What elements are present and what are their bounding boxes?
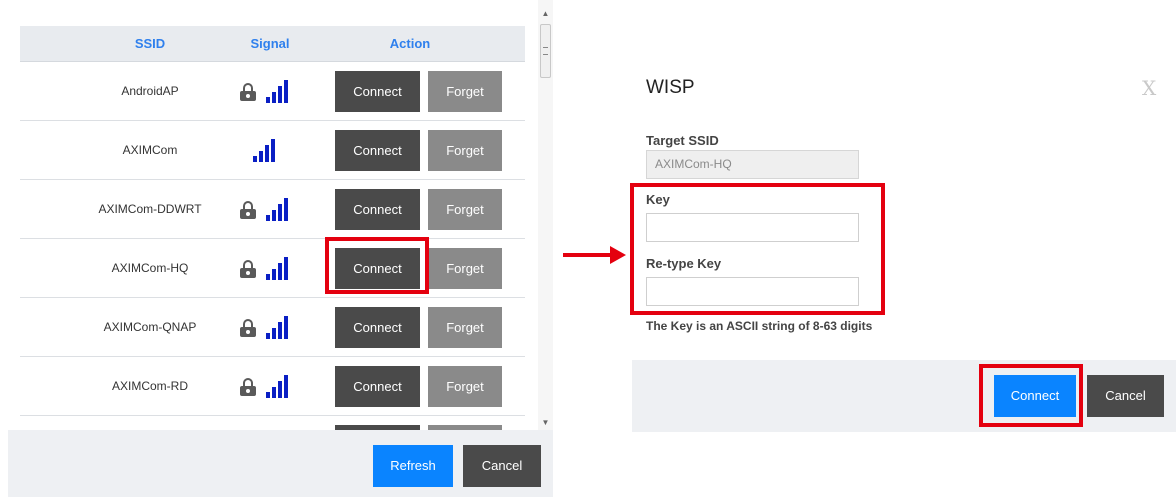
key-input[interactable] xyxy=(646,213,859,242)
header-signal: Signal xyxy=(250,36,290,51)
network-ssid: AXIMCom-HQ xyxy=(111,261,189,275)
retype-key-input[interactable] xyxy=(646,277,859,306)
network-ssid: AXIMCom-DDWRT xyxy=(98,202,202,216)
signal-bars-icon xyxy=(266,315,290,339)
signal-bars-icon xyxy=(266,374,290,398)
signal-cell xyxy=(240,374,300,398)
connect-button[interactable]: Connect xyxy=(335,307,420,348)
scroll-thumb[interactable] xyxy=(540,24,551,78)
lock-icon xyxy=(240,378,256,396)
network-list-viewport: SSID Signal Action AndroidAP Connect For… xyxy=(0,0,538,430)
refresh-button[interactable]: Refresh xyxy=(373,445,453,487)
connect-button[interactable]: Connect xyxy=(335,366,420,407)
arrow-right-icon xyxy=(563,253,613,257)
network-row-partial xyxy=(20,416,525,430)
dialog-footer: Connect Cancel xyxy=(632,360,1176,432)
wisp-dialog: WISP X Target SSID AXIMCom-HQ Key Re-typ… xyxy=(630,60,1176,432)
lock-icon xyxy=(240,83,256,101)
signal-cell xyxy=(240,197,300,221)
network-ssid: AXIMCom xyxy=(122,143,178,157)
network-row: AXIMCom-QNAP Connect Forget xyxy=(20,298,525,357)
signal-cell xyxy=(240,138,300,162)
connect-button[interactable]: Connect xyxy=(335,189,420,230)
network-ssid: AXIMCom-RD xyxy=(111,379,188,393)
network-row: AndroidAP Connect Forget xyxy=(20,62,525,121)
dialog-title: WISP xyxy=(646,77,695,98)
lock-icon xyxy=(240,201,256,219)
key-label: Key xyxy=(646,192,670,207)
dialog-connect-button[interactable]: Connect xyxy=(994,375,1076,417)
network-row: AXIMCom-DDWRT Connect Forget xyxy=(20,180,525,239)
forget-button[interactable]: Forget xyxy=(428,366,502,407)
arrow-head-icon xyxy=(610,246,626,264)
network-rows: AndroidAP Connect Forget AXIMCom Connect… xyxy=(20,62,525,430)
network-list-panel: SSID Signal Action AndroidAP Connect For… xyxy=(0,0,553,497)
network-row: AXIMCom-RD Connect Forget xyxy=(20,357,525,416)
network-ssid: AXIMCom-QNAP xyxy=(103,320,197,334)
forget-button[interactable]: Forget xyxy=(428,307,502,348)
signal-cell xyxy=(240,79,300,103)
signal-bars-icon xyxy=(266,197,290,221)
dialog-cancel-button[interactable]: Cancel xyxy=(1087,375,1164,417)
retype-key-label: Re-type Key xyxy=(646,256,722,271)
connect-button[interactable]: Connect xyxy=(335,71,420,112)
forget-button[interactable]: Forget xyxy=(428,189,502,230)
header-action: Action xyxy=(389,36,431,51)
signal-bars-icon xyxy=(266,256,290,280)
list-scrollbar[interactable]: ▲ ▼ xyxy=(538,0,553,430)
connect-button[interactable]: Connect xyxy=(335,130,420,171)
target-ssid-field: AXIMCom-HQ xyxy=(646,150,859,179)
list-footer: Refresh Cancel xyxy=(8,430,553,497)
signal-bars-icon xyxy=(266,79,290,103)
scroll-down-arrow-icon[interactable]: ▼ xyxy=(538,417,553,429)
table-header: SSID Signal Action xyxy=(20,26,525,62)
cancel-button[interactable]: Cancel xyxy=(463,445,541,487)
close-icon[interactable]: X xyxy=(1142,76,1156,100)
forget-button[interactable]: Forget xyxy=(428,248,502,289)
signal-bars-icon xyxy=(253,138,277,162)
forget-button[interactable]: Forget xyxy=(428,71,502,112)
network-row: AXIMCom Connect Forget xyxy=(20,121,525,180)
highlight-box-connect-row xyxy=(325,237,429,294)
key-hint-text: The Key is an ASCII string of 8-63 digit… xyxy=(646,319,873,333)
network-ssid: AndroidAP xyxy=(121,84,179,98)
scroll-up-arrow-icon[interactable]: ▲ xyxy=(538,8,553,20)
network-row: AXIMCom-HQ Connect Forget xyxy=(20,239,525,298)
signal-cell xyxy=(240,256,300,280)
header-ssid: SSID xyxy=(134,36,166,51)
lock-icon xyxy=(240,319,256,337)
signal-cell xyxy=(240,315,300,339)
target-ssid-label: Target SSID xyxy=(646,133,719,148)
lock-icon xyxy=(240,260,256,278)
forget-button[interactable]: Forget xyxy=(428,130,502,171)
